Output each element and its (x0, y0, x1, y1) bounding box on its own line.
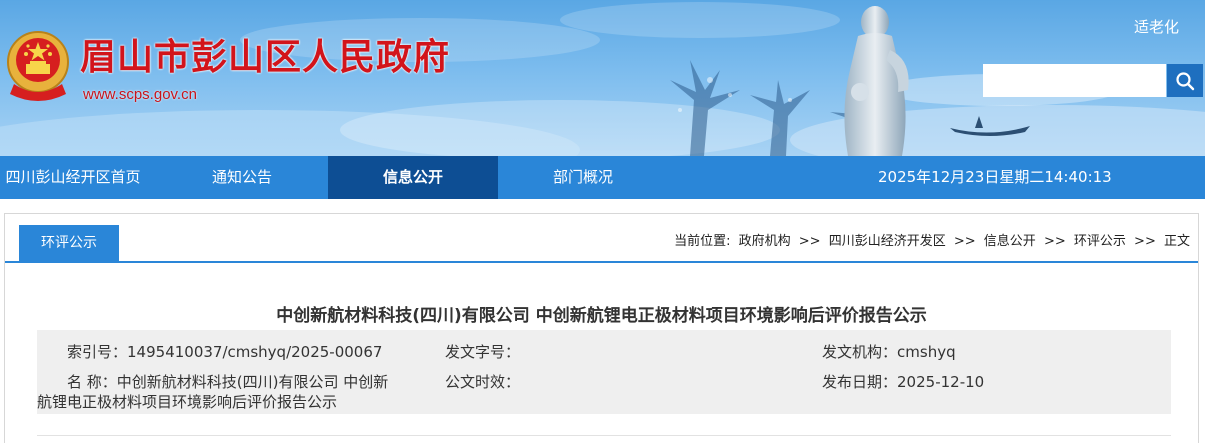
meta-name-label: 名 称： (67, 373, 117, 391)
breadcrumb-item-current: 正文 (1163, 234, 1190, 249)
meta-name-line1: 名 称：中创新航材料科技(四川)有限公司 中创新 (37, 372, 417, 392)
meta-date-label: 发布日期： (822, 373, 898, 391)
content-frame: 环评公示 当前位置: 政府机构 >> 四川彭山经济开发区 >> 信息公开 >> … (4, 213, 1199, 443)
statue-decoration (844, 6, 909, 156)
meta-validity: 公文时效： (445, 372, 520, 392)
meta-doc-no-label: 发文字号： (445, 343, 521, 361)
current-datetime: 2025年12月23日星期二14:40:13 (878, 168, 1112, 186)
site-url[interactable]: www.scps.gov.cn (83, 86, 197, 103)
nav-item-home[interactable]: 四川彭山经开区首页 (0, 156, 146, 199)
breadcrumb-separator: >> (1043, 234, 1066, 249)
breadcrumb-item[interactable]: 信息公开 (984, 234, 1036, 249)
boat-decoration (950, 116, 1030, 136)
meta-date: 发布日期：2025-12-10 (822, 372, 984, 392)
divider (37, 435, 1171, 436)
breadcrumb-item[interactable]: 政府机构 (739, 234, 791, 249)
breadcrumb-separator: >> (1134, 234, 1156, 249)
tab-bar: 环评公示 当前位置: 政府机构 >> 四川彭山经济开发区 >> 信息公开 >> … (5, 214, 1198, 263)
nav-item-departments[interactable]: 部门概况 (528, 156, 638, 199)
breadcrumb: 当前位置: 政府机构 >> 四川彭山经济开发区 >> 信息公开 >> 环评公示 … (672, 230, 1192, 249)
meta-index-value: 1495410037/cmshyq/2025-00067 (127, 343, 383, 361)
meta-date-value: 2025-12-10 (897, 373, 985, 391)
article-title: 中创新航材料科技(四川)有限公司 中创新航锂电正极材料项目环境影响后评价报告公示 (276, 306, 927, 326)
meta-issuer-value: cmshyq (897, 343, 956, 361)
meta-index: 索引号：1495410037/cmshyq/2025-00067 (67, 342, 382, 362)
breadcrumb-item[interactable]: 环评公示 (1074, 234, 1126, 249)
search-icon (1176, 71, 1195, 90)
elderly-mode-link[interactable]: 适老化 (1134, 16, 1179, 37)
search-input[interactable] (983, 64, 1166, 97)
breadcrumb-separator: >> (953, 234, 976, 249)
meta-name-value-line1: 中创新航材料科技(四川)有限公司 中创新 (116, 373, 389, 391)
breadcrumb-separator: >> (798, 234, 821, 249)
main-nav: 四川彭山经开区首页 通知公告 信息公开 部门概况 2025年12月23日星期二1… (0, 156, 1205, 199)
site-title[interactable]: 眉山市彭山区人民政府 (80, 36, 450, 80)
national-emblem-icon (7, 31, 69, 101)
nav-item-notices[interactable]: 通知公告 (188, 156, 296, 199)
meta-index-label: 索引号： (67, 343, 128, 361)
meta-name-value-line2: 航锂电正极材料项目环境影响后评价报告公示 (37, 393, 338, 411)
nav-item-info-disclosure[interactable]: 信息公开 (328, 156, 498, 199)
meta-issuer-label: 发文机构： (822, 343, 898, 361)
header-banner: 眉山市彭山区人民政府 www.scps.gov.cn 适老化 (0, 0, 1205, 156)
search-button[interactable] (1167, 64, 1203, 97)
breadcrumb-prefix: 当前位置: (674, 234, 731, 249)
meta-doc-no: 发文字号： (445, 342, 520, 362)
breadcrumb-item[interactable]: 四川彭山经济开发区 (829, 234, 946, 249)
meta-name: 名 称：中创新航材料科技(四川)有限公司 中创新 航锂电正极材料项目环境影响后评… (37, 372, 417, 412)
article-meta-table: 索引号：1495410037/cmshyq/2025-00067 发文字号： 发… (37, 330, 1171, 414)
meta-validity-label: 公文时效： (445, 373, 521, 391)
tab-eia-publicity[interactable]: 环评公示 (19, 225, 119, 261)
meta-issuer: 发文机构：cmshyq (822, 342, 956, 362)
